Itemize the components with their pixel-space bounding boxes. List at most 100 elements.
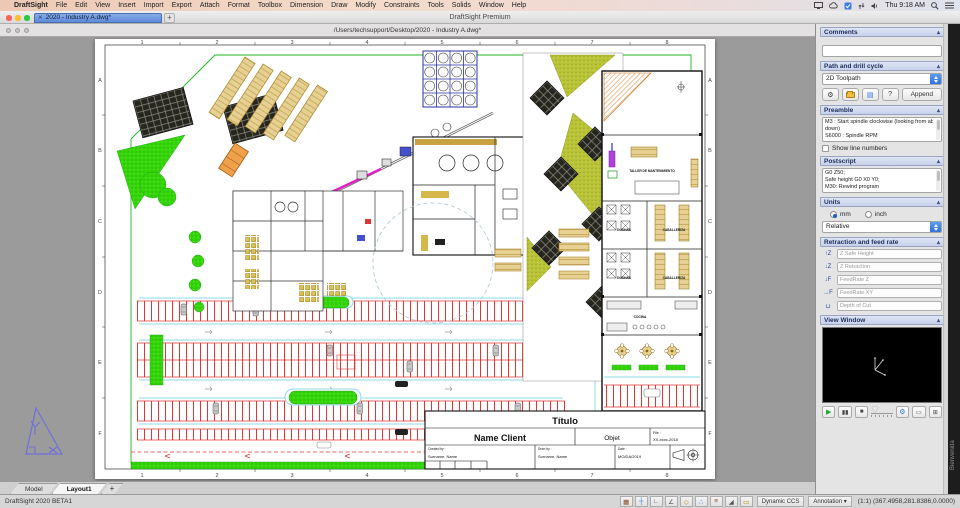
mm-radio[interactable]: mm: [830, 211, 851, 218]
toolpath-dropdown[interactable]: 2D Toolpath: [822, 73, 942, 85]
generate-gcode-button[interactable]: ⚙: [822, 88, 839, 101]
show-line-numbers-checkbox[interactable]: [822, 145, 829, 152]
snap-toggle[interactable]: ▦: [619, 496, 633, 507]
postscript-line: G0 Z50;: [825, 170, 845, 176]
notification-center-icon[interactable]: [945, 2, 954, 9]
etrack-toggle[interactable]: ∴: [694, 496, 708, 507]
menu-solids[interactable]: Solids: [452, 2, 471, 9]
menu-view[interactable]: View: [95, 2, 110, 9]
cam-side-panel: Comments ▴ Path and drill cycle ▴ 2D Too…: [815, 24, 948, 494]
grid-toggle[interactable]: ┼: [634, 496, 648, 507]
help-button[interactable]: ?: [881, 88, 899, 101]
depth-of-cut-input[interactable]: [837, 301, 942, 311]
feedrate-xy-input[interactable]: [837, 288, 942, 298]
collapse-icon[interactable]: ▴: [937, 63, 940, 70]
collapse-icon[interactable]: ▴: [937, 239, 940, 246]
comments-header[interactable]: Comments ▴: [820, 27, 944, 37]
doc-zoom-button[interactable]: [24, 28, 29, 33]
svg-text:COCINA: COCINA: [634, 315, 647, 319]
menu-modify[interactable]: Modify: [355, 2, 376, 9]
scrollbar[interactable]: [936, 170, 940, 191]
svg-text:3: 3: [290, 40, 293, 46]
menu-constraints[interactable]: Constraints: [384, 2, 419, 9]
drawing-sheet[interactable]: 12345678 12345678 ABCDEF ABCDEF TALLER D…: [95, 39, 715, 479]
grid-button[interactable]: ⊞: [928, 406, 942, 418]
menu-insert[interactable]: Insert: [118, 2, 136, 9]
dropdown-arrows-icon[interactable]: [930, 74, 941, 84]
checkbox-icon[interactable]: [844, 2, 852, 10]
menu-tools[interactable]: Tools: [427, 2, 443, 9]
svg-text:4: 4: [365, 473, 368, 479]
window-button[interactable]: ▭: [912, 406, 926, 418]
postscript-line: Safe height G0 X0 Y0;: [825, 177, 880, 183]
dynamic-ccs-button[interactable]: Dynamic CCS: [756, 496, 805, 507]
ortho-toggle[interactable]: ∟: [649, 496, 663, 507]
menu-window[interactable]: Window: [479, 2, 504, 9]
z-safe-height-input[interactable]: [837, 249, 942, 259]
feedrate-z-input[interactable]: [837, 275, 942, 285]
title-block: Título Name Client Objet File : XX-xxxx-…: [424, 410, 706, 470]
menu-attach[interactable]: Attach: [200, 2, 220, 9]
toolpath-header[interactable]: Path and drill cycle ▴: [820, 61, 944, 71]
settings-button[interactable]: ⚙: [895, 406, 910, 418]
preamble-header[interactable]: Preamble ▴: [820, 105, 944, 115]
menu-draftsight[interactable]: DraftSight: [14, 2, 48, 9]
coordinates-readout: (1:1) (367.4958,281.8386,0.0000): [857, 498, 955, 505]
spotlight-search-icon[interactable]: [931, 1, 939, 10]
menu-edit[interactable]: Edit: [75, 2, 87, 9]
volume-icon[interactable]: [871, 2, 879, 10]
annotation-scale-dropdown[interactable]: Annotation ▾: [808, 496, 852, 507]
svg-text:8: 8: [665, 473, 668, 479]
collapse-icon[interactable]: ▴: [937, 317, 940, 324]
menu-format[interactable]: Format: [228, 2, 250, 9]
simulation-preview[interactable]: [822, 327, 942, 403]
drawing-viewport[interactable]: 12345678 12345678 ABCDEF ABCDEF TALLER D…: [0, 37, 815, 481]
esnap-toggle[interactable]: ◇: [679, 496, 693, 507]
comments-input[interactable]: [822, 44, 942, 57]
speed-slider[interactable]: [871, 407, 893, 417]
welcome-edge-tab[interactable]: Bienvenida: [948, 24, 960, 494]
play-button[interactable]: ▶: [822, 406, 836, 418]
open-folder-button[interactable]: [841, 88, 859, 101]
tab-layout1[interactable]: Layout1: [52, 483, 107, 494]
scrollbar[interactable]: [936, 119, 940, 140]
doc-close-button[interactable]: [6, 28, 11, 33]
menubar-clock[interactable]: Thu 9:18 AM: [885, 2, 925, 9]
pause-button[interactable]: ▮▮: [838, 406, 852, 418]
annotation-monitor-toggle[interactable]: ▭: [739, 496, 753, 507]
doc-minimize-button[interactable]: [15, 28, 20, 33]
collapse-icon[interactable]: ▴: [937, 158, 940, 165]
collapse-icon[interactable]: ▴: [937, 29, 940, 36]
collapse-icon[interactable]: ▴: [937, 107, 940, 114]
dropdown-arrows-icon[interactable]: [930, 222, 941, 232]
slider-handle[interactable]: [872, 407, 879, 413]
lineweight-toggle[interactable]: ≡: [709, 496, 723, 507]
view-window-header[interactable]: View Window ▴: [820, 315, 944, 325]
ucs-toggle[interactable]: ◢: [724, 496, 738, 507]
menu-draw[interactable]: Draw: [331, 2, 347, 9]
inch-radio[interactable]: inch: [864, 211, 887, 218]
menu-export[interactable]: Export: [172, 2, 192, 9]
menu-help[interactable]: Help: [512, 2, 526, 9]
postscript-header[interactable]: Postscript ▴: [820, 156, 944, 166]
stop-button[interactable]: ■: [854, 406, 869, 418]
polar-toggle[interactable]: ∠: [664, 496, 678, 507]
tab-model[interactable]: Model: [10, 483, 58, 494]
retraction-header[interactable]: Retraction and feed rate ▴: [820, 237, 944, 247]
display-icon[interactable]: [814, 2, 824, 9]
units-mode-dropdown[interactable]: Relative: [822, 221, 942, 233]
cloud-icon[interactable]: [829, 2, 838, 9]
menu-file[interactable]: File: [56, 2, 67, 9]
z-retraction-input[interactable]: [837, 262, 942, 272]
append-button[interactable]: Append: [901, 88, 942, 101]
menu-import[interactable]: Import: [144, 2, 164, 9]
postscript-textarea[interactable]: G0 Z50; Safe height G0 X0 Y0; M30: Rewin…: [822, 168, 942, 193]
preamble-textarea[interactable]: M3 : Start spindle clockwise (looking fr…: [822, 117, 942, 142]
updown-arrows-icon[interactable]: [858, 2, 865, 10]
toolpath-list-button[interactable]: ▤: [861, 88, 879, 101]
menu-dimension[interactable]: Dimension: [290, 2, 323, 9]
menu-toolbox[interactable]: Toolbox: [258, 2, 282, 9]
units-header[interactable]: Units ▴: [820, 197, 944, 207]
svg-text:5: 5: [440, 473, 443, 479]
collapse-icon[interactable]: ▴: [937, 199, 940, 206]
